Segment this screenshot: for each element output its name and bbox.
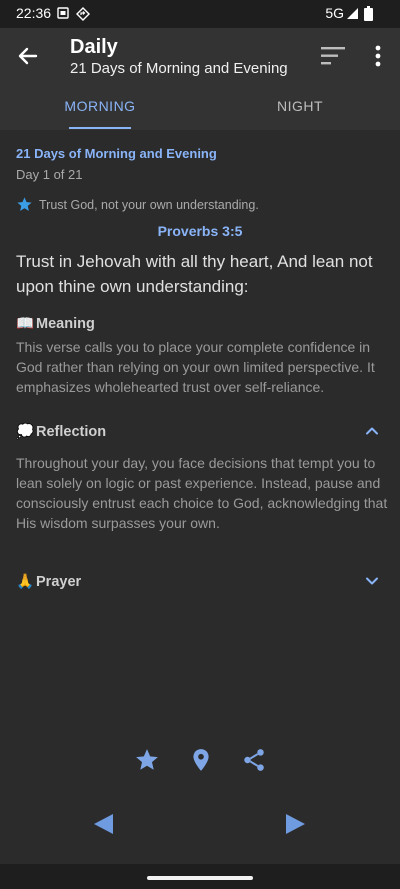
app-bar: Daily 21 Days of Morning and Evening — [0, 28, 400, 84]
next-triangle-icon[interactable] — [285, 812, 307, 836]
more-vert-icon[interactable] — [368, 42, 388, 70]
navigation-diamond-icon — [76, 7, 90, 21]
book-icon: 📖 — [16, 316, 35, 332]
share-icon[interactable] — [241, 747, 267, 773]
thought-bubble-icon: 💭 — [16, 424, 35, 440]
theme-text: Trust God, not your own understanding. — [39, 198, 259, 212]
home-gesture-bar[interactable] — [147, 876, 253, 880]
location-pin-icon[interactable] — [188, 747, 214, 773]
network-type: 5G — [325, 5, 344, 21]
chevron-up-icon[interactable] — [364, 423, 380, 439]
page-title: Daily — [70, 36, 118, 58]
verse-text: Trust in Jehovah with all thy heart, And… — [16, 252, 373, 296]
star-icon[interactable] — [134, 747, 160, 773]
status-time: 22:36 — [16, 5, 52, 21]
tab-night[interactable]: NIGHT — [200, 98, 400, 114]
star-icon — [17, 197, 32, 211]
chevron-down-icon[interactable] — [364, 573, 380, 589]
page-subtitle: 21 Days of Morning and Evening — [70, 60, 288, 77]
sim-card-icon — [57, 7, 69, 19]
action-bar — [0, 747, 400, 777]
status-bar: 22:36 5G — [0, 0, 400, 28]
meaning-title: Meaning — [36, 316, 95, 332]
signal-icon — [347, 8, 358, 19]
prayer-title: Prayer — [36, 574, 82, 590]
prayer-header[interactable]: 🙏 Prayer — [16, 573, 81, 590]
day-counter: Day 1 of 21 — [16, 167, 83, 182]
previous-triangle-icon[interactable] — [92, 812, 114, 836]
tab-bar: MORNING NIGHT — [0, 84, 400, 130]
day-navigation — [0, 812, 400, 838]
reflection-header[interactable]: 💭 Reflection — [16, 423, 106, 440]
scripture-reference[interactable]: Proverbs 3:5 — [0, 223, 400, 239]
back-arrow-icon[interactable] — [14, 42, 42, 70]
praying-hands-icon: 🙏 — [16, 574, 35, 590]
reflection-title: Reflection — [36, 424, 107, 440]
meaning-header: 📖 Meaning — [16, 315, 95, 332]
meaning-body: This verse calls you to place your compl… — [16, 339, 375, 395]
series-title: 21 Days of Morning and Evening — [16, 146, 217, 161]
battery-icon — [364, 6, 373, 21]
sort-icon[interactable] — [319, 44, 347, 68]
tab-indicator — [69, 127, 131, 129]
reflection-body: Throughout your day, you face decisions … — [16, 455, 388, 531]
tab-morning[interactable]: MORNING — [0, 98, 200, 114]
